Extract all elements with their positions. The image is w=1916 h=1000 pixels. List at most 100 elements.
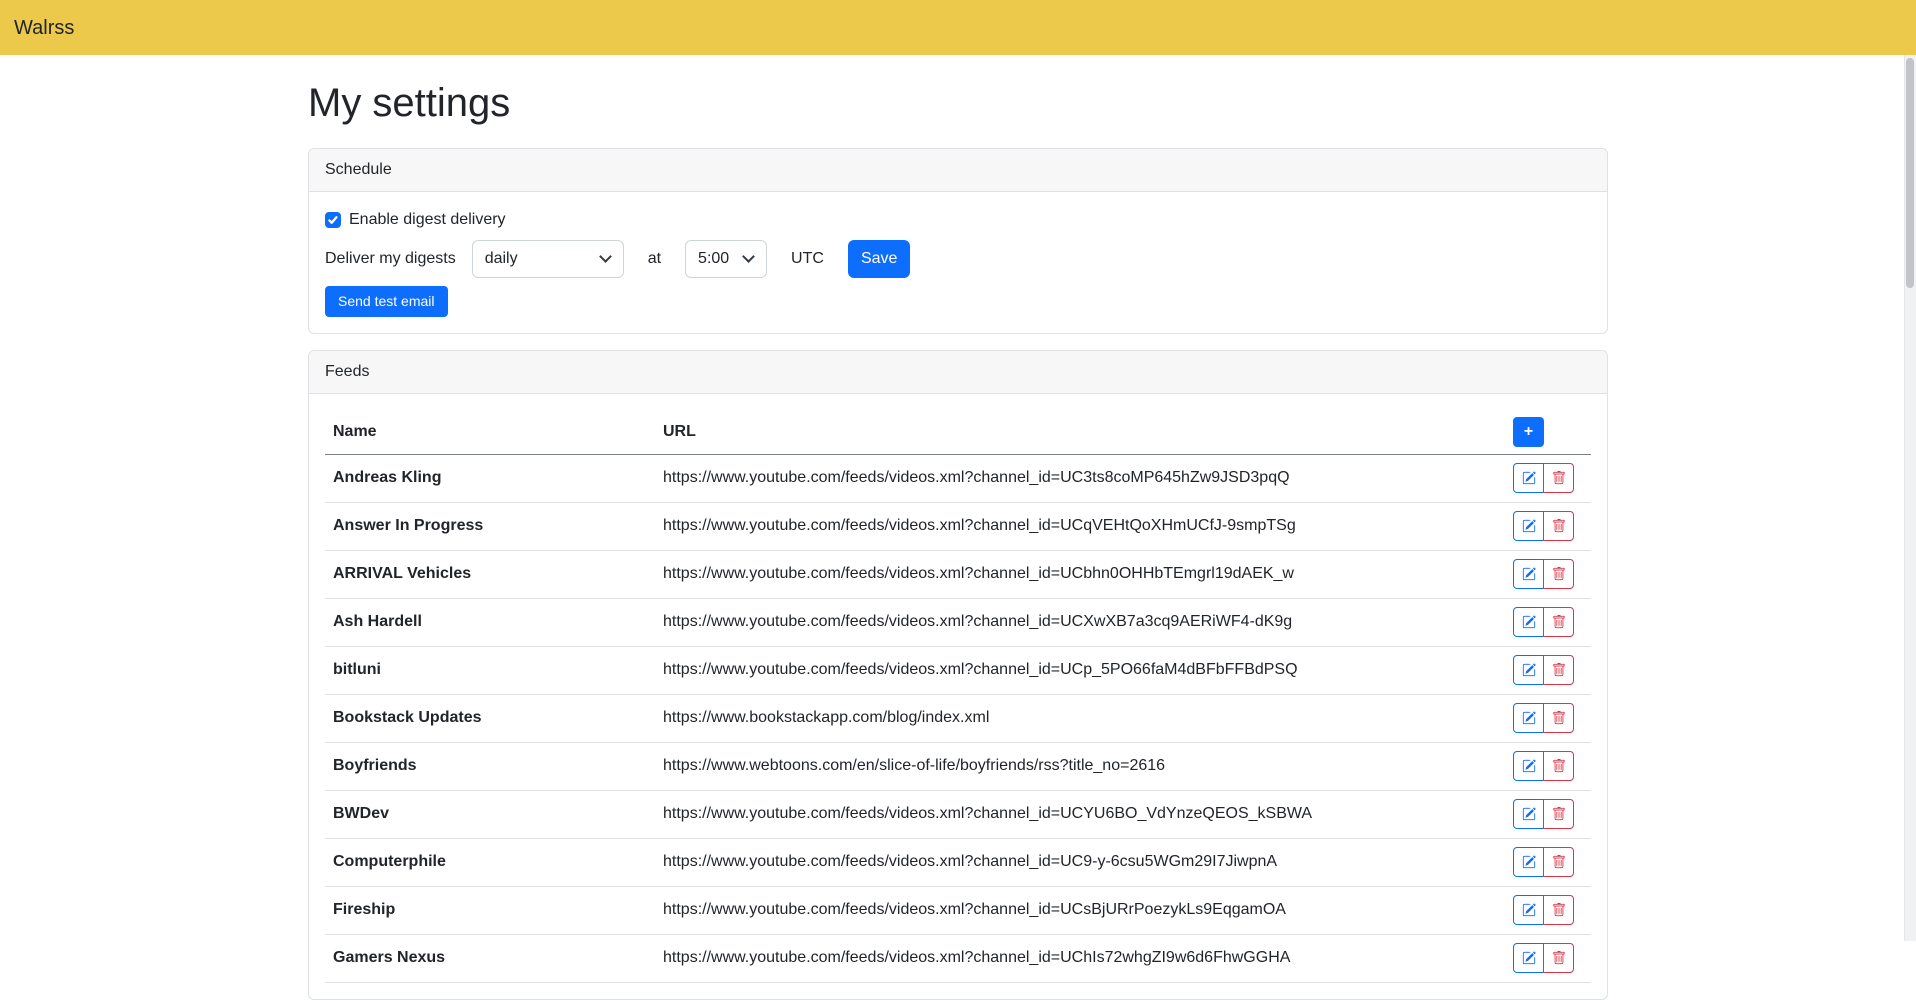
table-row: BWDev https://www.youtube.com/feeds/vide… bbox=[325, 790, 1591, 838]
trash-icon bbox=[1552, 519, 1566, 533]
feed-name: Boyfriends bbox=[325, 742, 655, 790]
feeds-card: Feeds Name URL + And bbox=[308, 350, 1608, 1000]
edit-feed-button[interactable] bbox=[1513, 703, 1544, 733]
scrollbar[interactable] bbox=[1904, 55, 1916, 941]
save-button[interactable]: Save bbox=[848, 240, 910, 278]
edit-feed-button[interactable] bbox=[1513, 943, 1544, 973]
table-row: bitluni https://www.youtube.com/feeds/vi… bbox=[325, 646, 1591, 694]
scrollbar-thumb[interactable] bbox=[1906, 58, 1914, 288]
add-feed-button[interactable]: + bbox=[1513, 417, 1544, 447]
pencil-square-icon bbox=[1522, 951, 1536, 965]
page-title: My settings bbox=[308, 73, 1608, 133]
send-test-email-button[interactable]: Send test email bbox=[325, 286, 448, 317]
delete-feed-button[interactable] bbox=[1543, 895, 1574, 925]
feeds-card-body: Name URL + Andreas Kling https://www.you… bbox=[309, 394, 1607, 999]
feed-actions bbox=[1513, 847, 1574, 877]
delete-feed-button[interactable] bbox=[1543, 799, 1574, 829]
trash-icon bbox=[1552, 615, 1566, 629]
table-row: Bookstack Updates https://www.bookstacka… bbox=[325, 694, 1591, 742]
schedule-card-body: Enable digest delivery Deliver my digest… bbox=[309, 192, 1607, 333]
table-row: Computerphile https://www.youtube.com/fe… bbox=[325, 838, 1591, 886]
table-row: Ash Hardell https://www.youtube.com/feed… bbox=[325, 598, 1591, 646]
feed-name: Fireship bbox=[325, 886, 655, 934]
edit-feed-button[interactable] bbox=[1513, 895, 1544, 925]
timezone-label: UTC bbox=[791, 247, 824, 271]
pencil-square-icon bbox=[1522, 711, 1536, 725]
schedule-card: Schedule Enable digest delivery Deliver … bbox=[308, 148, 1608, 334]
table-row: Fireship https://www.youtube.com/feeds/v… bbox=[325, 886, 1591, 934]
pencil-square-icon bbox=[1522, 471, 1536, 485]
feed-name: Bookstack Updates bbox=[325, 694, 655, 742]
feed-actions bbox=[1513, 463, 1574, 493]
feeds-card-header: Feeds bbox=[309, 351, 1607, 394]
delete-feed-button[interactable] bbox=[1543, 847, 1574, 877]
feed-url: https://www.youtube.com/feeds/videos.xml… bbox=[655, 934, 1505, 982]
edit-feed-button[interactable] bbox=[1513, 751, 1544, 781]
feed-url: https://www.youtube.com/feeds/videos.xml… bbox=[655, 790, 1505, 838]
feed-url: https://www.youtube.com/feeds/videos.xml… bbox=[655, 502, 1505, 550]
feed-name: BWDev bbox=[325, 790, 655, 838]
delete-feed-button[interactable] bbox=[1543, 703, 1574, 733]
delete-feed-button[interactable] bbox=[1543, 607, 1574, 637]
delete-feed-button[interactable] bbox=[1543, 463, 1574, 493]
trash-icon bbox=[1552, 567, 1566, 581]
feed-url: https://www.bookstackapp.com/blog/index.… bbox=[655, 694, 1505, 742]
trash-icon bbox=[1552, 471, 1566, 485]
main-container: My settings Schedule Enable digest deliv… bbox=[296, 55, 1620, 1000]
feed-actions bbox=[1513, 751, 1574, 781]
column-header-url: URL bbox=[655, 410, 1505, 454]
pencil-square-icon bbox=[1522, 567, 1536, 581]
at-label: at bbox=[648, 247, 661, 271]
feed-name: bitluni bbox=[325, 646, 655, 694]
delete-feed-button[interactable] bbox=[1543, 751, 1574, 781]
delete-feed-button[interactable] bbox=[1543, 511, 1574, 541]
edit-feed-button[interactable] bbox=[1513, 607, 1544, 637]
navbar-brand[interactable]: Walrss bbox=[14, 13, 74, 43]
feed-actions bbox=[1513, 943, 1574, 973]
table-row: Boyfriends https://www.webtoons.com/en/s… bbox=[325, 742, 1591, 790]
enable-digest-checkbox[interactable] bbox=[325, 212, 341, 228]
edit-feed-button[interactable] bbox=[1513, 511, 1544, 541]
trash-icon bbox=[1552, 807, 1566, 821]
pencil-square-icon bbox=[1522, 519, 1536, 533]
frequency-select[interactable]: daily bbox=[472, 240, 624, 278]
trash-icon bbox=[1552, 903, 1566, 917]
delete-feed-button[interactable] bbox=[1543, 943, 1574, 973]
pencil-square-icon bbox=[1522, 855, 1536, 869]
delete-feed-button[interactable] bbox=[1543, 655, 1574, 685]
edit-feed-button[interactable] bbox=[1513, 559, 1544, 589]
feed-actions bbox=[1513, 799, 1574, 829]
edit-feed-button[interactable] bbox=[1513, 847, 1544, 877]
edit-feed-button[interactable] bbox=[1513, 799, 1544, 829]
enable-digest-label[interactable]: Enable digest delivery bbox=[349, 208, 506, 232]
trash-icon bbox=[1552, 951, 1566, 965]
trash-icon bbox=[1552, 711, 1566, 725]
trash-icon bbox=[1552, 759, 1566, 773]
feed-actions bbox=[1513, 655, 1574, 685]
feed-name: Gamers Nexus bbox=[325, 934, 655, 982]
feeds-table-header-row: Name URL + bbox=[325, 410, 1591, 454]
feed-name: Ash Hardell bbox=[325, 598, 655, 646]
pencil-square-icon bbox=[1522, 759, 1536, 773]
time-select[interactable]: 5:00 bbox=[685, 240, 767, 278]
feed-actions bbox=[1513, 607, 1574, 637]
feed-name: Andreas Kling bbox=[325, 454, 655, 502]
schedule-card-header: Schedule bbox=[309, 149, 1607, 192]
feed-name: Computerphile bbox=[325, 838, 655, 886]
edit-feed-button[interactable] bbox=[1513, 463, 1544, 493]
pencil-square-icon bbox=[1522, 807, 1536, 821]
pencil-square-icon bbox=[1522, 663, 1536, 677]
delete-feed-button[interactable] bbox=[1543, 559, 1574, 589]
feed-url: https://www.youtube.com/feeds/videos.xml… bbox=[655, 886, 1505, 934]
check-icon bbox=[327, 214, 339, 226]
deliver-label: Deliver my digests bbox=[325, 247, 456, 271]
feed-url: https://www.youtube.com/feeds/videos.xml… bbox=[655, 454, 1505, 502]
feeds-table: Name URL + Andreas Kling https://www.you… bbox=[325, 410, 1591, 983]
edit-feed-button[interactable] bbox=[1513, 655, 1544, 685]
digest-schedule-row: Deliver my digests daily at 5:00 UTC Sav… bbox=[325, 240, 1591, 278]
feed-url: https://www.youtube.com/feeds/videos.xml… bbox=[655, 838, 1505, 886]
feed-actions bbox=[1513, 511, 1574, 541]
enable-digest-row: Enable digest delivery bbox=[325, 208, 1591, 232]
feed-actions bbox=[1513, 895, 1574, 925]
feed-name: Answer In Progress bbox=[325, 502, 655, 550]
